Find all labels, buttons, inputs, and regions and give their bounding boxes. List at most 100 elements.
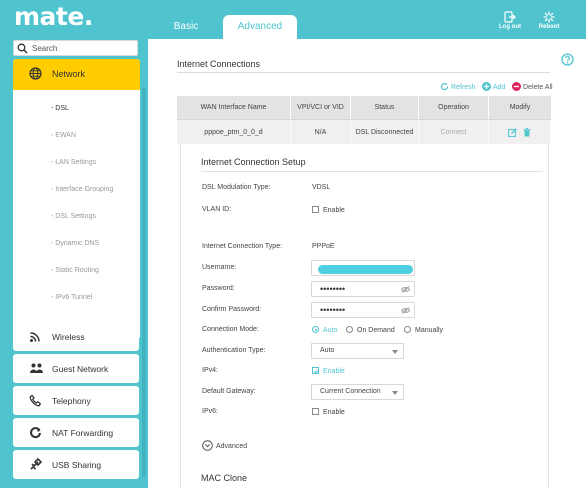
mac-clone-title: MAC Clone xyxy=(201,473,248,483)
sidebar-item-wireless[interactable]: Wireless xyxy=(13,322,139,351)
top-bar: mate. Basic Advanced Log out Reboot xyxy=(0,0,586,39)
section-divider xyxy=(177,72,550,73)
logout-icon xyxy=(504,11,516,23)
radio-dot xyxy=(404,326,411,333)
chevron-down-icon xyxy=(392,350,398,354)
usb-icon xyxy=(30,458,42,470)
column-header: VPI/VCI or VID xyxy=(291,96,351,119)
tab-advanced[interactable]: Advanced xyxy=(223,15,297,39)
sidebar-subitem-interface-grouping[interactable]: - Interface Grouping xyxy=(51,186,113,193)
dsl-modulation-label: DSL Modulation Type: xyxy=(202,184,271,191)
section-title: Internet Connections xyxy=(177,59,261,69)
setup-divider xyxy=(201,171,543,172)
default-gateway-select[interactable]: Current Connection xyxy=(311,384,404,400)
setup-title: Internet Connection Setup xyxy=(201,157,306,167)
table-header: WAN Interface Name VPI/VCI or VID Status… xyxy=(177,96,551,119)
sidebar-subitem-dsl-settings[interactable]: - DSL Settings xyxy=(51,213,96,220)
table-row[interactable]: pppoe_ptm_0_0_d N/A DSL Disconnected Con… xyxy=(177,119,551,144)
sidebar-subitem-dynamic-dns[interactable]: - Dynamic DNS xyxy=(51,240,99,247)
vlan-enable-checkbox[interactable]: Enable xyxy=(312,206,345,214)
logout-button[interactable]: Log out xyxy=(496,11,524,30)
connection-type-label: Internet Connection Type: xyxy=(202,243,283,250)
chevron-down-circle-icon xyxy=(202,440,213,451)
radio-label: Auto xyxy=(323,327,338,334)
sidebar-item-network[interactable]: Network xyxy=(13,59,140,90)
add-button[interactable]: Add xyxy=(482,82,505,91)
hide-password-icon[interactable] xyxy=(401,307,410,314)
sidebar-item-telephony[interactable]: Telephony xyxy=(13,386,139,415)
username-redacted xyxy=(318,265,413,274)
sidebar-subitem-ipv6-tunnel[interactable]: - IPv6 Tunnel xyxy=(51,294,92,301)
help-icon[interactable] xyxy=(561,53,574,66)
sidebar-item-guest-network[interactable]: Guest Network xyxy=(13,354,139,383)
nat-forwarding-icon xyxy=(30,427,41,439)
confirm-password-field[interactable]: •••••••• xyxy=(311,302,415,318)
delete-all-button[interactable]: Delete All xyxy=(512,82,553,91)
tab-basic[interactable]: Basic xyxy=(165,15,207,39)
main-panel: Internet Connections Refresh Add Delete … xyxy=(148,39,586,488)
trash-icon[interactable] xyxy=(523,127,531,137)
sidebar-subitem-ewan[interactable]: - EWAN xyxy=(51,132,76,139)
auth-type-label: Authentication Type: xyxy=(202,347,266,354)
column-header: Status xyxy=(351,96,419,119)
select-value: Auto xyxy=(320,347,335,354)
reboot-label: Reboot xyxy=(538,24,560,30)
sidebar-subitem-lan-settings[interactable]: - LAN Settings xyxy=(51,159,96,166)
refresh-label: Refresh xyxy=(451,84,476,91)
checkbox-label: Enable xyxy=(323,368,345,375)
edit-icon[interactable] xyxy=(508,127,517,137)
password-field[interactable]: •••••••• xyxy=(311,281,415,297)
hide-password-icon[interactable] xyxy=(401,286,410,293)
confirm-password-label: Confirm Password: xyxy=(202,306,262,313)
checkbox-label: Enable xyxy=(323,207,345,214)
mode-manually-radio[interactable]: Manually xyxy=(404,326,443,334)
refresh-icon xyxy=(440,82,449,91)
refresh-button[interactable]: Refresh xyxy=(440,82,476,91)
sidebar: Network - DSL - EWAN - LAN Settings - In… xyxy=(0,39,148,488)
checkbox-label: Enable xyxy=(323,409,345,416)
auth-type-select[interactable]: Auto xyxy=(311,343,404,359)
ipv6-label: IPv6: xyxy=(202,408,218,415)
password-value: •••••••• xyxy=(320,284,346,294)
default-gateway-label: Default Gateway: xyxy=(202,388,256,395)
vlan-id-label: VLAN ID: xyxy=(202,206,232,213)
ipv4-label: IPv4: xyxy=(202,367,218,374)
connection-type-value: PPPoE xyxy=(312,243,335,250)
checkbox-box xyxy=(312,408,319,415)
radio-label: On Demand xyxy=(357,327,395,334)
network-menu: Network - DSL - EWAN - LAN Settings - In… xyxy=(13,59,140,339)
add-icon xyxy=(482,82,491,91)
connection-setup-panel: Internet Connection Setup DSL Modulation… xyxy=(180,145,549,488)
ipv4-enable-checkbox[interactable]: Enable xyxy=(312,367,345,375)
sidebar-item-label: Wireless xyxy=(52,332,85,342)
mode-auto-radio[interactable]: Auto xyxy=(312,326,337,334)
wifi-icon xyxy=(30,332,40,342)
delete-icon xyxy=(512,82,521,91)
sidebar-item-usb-sharing[interactable]: USB Sharing xyxy=(13,450,139,479)
radio-dot xyxy=(346,326,353,333)
sidebar-item-label: USB Sharing xyxy=(52,460,102,470)
search-box[interactable] xyxy=(13,40,138,56)
wan-name-cell: pppoe_ptm_0_0_d xyxy=(177,120,291,144)
guest-network-icon xyxy=(30,363,43,373)
radio-label: Manually xyxy=(415,327,444,334)
column-header: Operation xyxy=(419,96,489,119)
connect-button[interactable]: Connect xyxy=(419,120,489,144)
sidebar-item-nat-forwarding[interactable]: NAT Forwarding xyxy=(13,418,139,447)
sidebar-scrollbar[interactable] xyxy=(142,87,146,477)
delete-all-label: Delete All xyxy=(523,84,553,91)
connection-mode-label: Connection Mode: xyxy=(202,326,259,333)
confirm-password-value: •••••••• xyxy=(320,305,346,315)
add-label: Add xyxy=(493,84,506,91)
search-input[interactable] xyxy=(32,42,132,54)
mode-on-demand-radio[interactable]: On Demand xyxy=(346,326,395,334)
brand-logo: mate. xyxy=(14,2,93,31)
sidebar-subitem-static-routing[interactable]: - Static Routing xyxy=(51,267,99,274)
sidebar-subitem-dsl[interactable]: - DSL xyxy=(51,105,69,112)
checkbox-box xyxy=(312,367,319,374)
advanced-toggle[interactable]: Advanced xyxy=(202,440,247,451)
reboot-button[interactable]: Reboot xyxy=(535,11,563,30)
ipv6-enable-checkbox[interactable]: Enable xyxy=(312,408,345,416)
select-value: Current Connection xyxy=(320,388,381,395)
dsl-modulation-value: VDSL xyxy=(312,184,331,191)
